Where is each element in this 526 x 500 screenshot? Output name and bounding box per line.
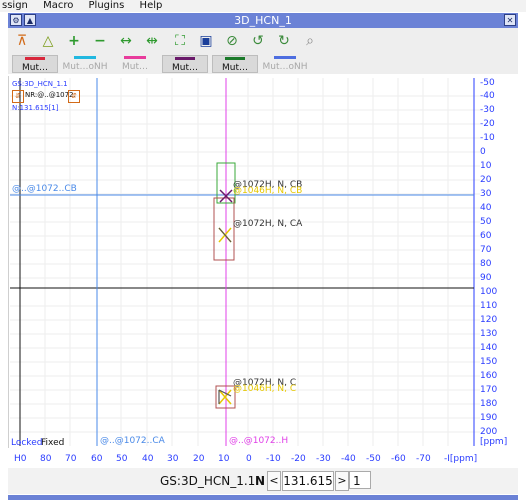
spectrum-name-label: GS:3D_HCN_1.1 xyxy=(12,80,68,88)
next-plane-button[interactable]: > xyxy=(335,471,349,491)
y-tick: 10 xyxy=(480,161,492,171)
x-tick: -10 xyxy=(266,454,281,464)
x-tick: 0 xyxy=(246,454,252,464)
y-tick: 90 xyxy=(480,273,492,283)
y-tick: 70 xyxy=(480,245,492,255)
y-tick: -50 xyxy=(480,78,495,88)
x-tick: 30 xyxy=(167,454,179,464)
spectrum-label: GS:3D_HCN_1.1 xyxy=(160,474,256,488)
y-tick: 50 xyxy=(480,217,492,227)
next-window-titlebar xyxy=(8,495,518,500)
x-tick: 40 xyxy=(142,454,154,464)
dimension-label: N xyxy=(255,474,266,488)
y-unit-label: [ppm] xyxy=(480,437,508,447)
plot-graphics xyxy=(10,78,480,446)
y-tick: 130 xyxy=(480,329,498,339)
prev-plane-button[interactable]: < xyxy=(267,471,281,491)
y-tick: 60 xyxy=(480,231,492,241)
y-tick: 170 xyxy=(480,385,498,395)
lock-icon[interactable]: ⇵ xyxy=(12,90,24,103)
peak-label-ca[interactable]: @1072H, N, CA xyxy=(233,219,302,229)
link-icon[interactable]: ⇵ xyxy=(68,90,80,103)
x-tick: 10 xyxy=(218,454,230,464)
y-tick: -40 xyxy=(480,91,495,101)
y-tick: 0 xyxy=(480,147,486,157)
x-tick: H0 xyxy=(14,454,27,464)
crosshair-label-ca: @..@1072..CA xyxy=(100,436,165,446)
y-tick: -10 xyxy=(480,133,495,143)
locked-label[interactable]: Locked xyxy=(11,438,42,448)
x-tick: -70 xyxy=(416,454,431,464)
plane-value-input[interactable]: 131.615 xyxy=(282,471,334,491)
y-tick: -30 xyxy=(480,105,495,115)
n-value-label: N:131.615[1] xyxy=(12,104,59,112)
peak-ghost-label-c: @1046H, N, C xyxy=(233,384,297,394)
y-tick: 100 xyxy=(480,287,498,297)
x-tick: -20 xyxy=(291,454,306,464)
x-tick: 80 xyxy=(40,454,52,464)
y-tick: 40 xyxy=(480,203,492,213)
y-tick: 80 xyxy=(480,259,492,269)
y-tick: 120 xyxy=(480,315,498,325)
crosshair-label-h: @..@1072..H xyxy=(229,436,289,446)
x-tick: -40 xyxy=(341,454,356,464)
x-tick: 50 xyxy=(116,454,128,464)
peak-ghost-label-cb: @1046H, N, CB xyxy=(233,186,303,196)
x-tick: -30 xyxy=(316,454,331,464)
y-tick: 160 xyxy=(480,371,498,381)
y-tick: 110 xyxy=(480,301,498,311)
y-tick: -20 xyxy=(480,119,495,129)
x-tick: 70 xyxy=(65,454,77,464)
y-tick: 200 xyxy=(480,427,498,437)
x-tick: -50 xyxy=(366,454,381,464)
x-tick: 60 xyxy=(91,454,103,464)
crosshair-label-cb: @..@1072..CB xyxy=(12,184,77,194)
x-tick: 20 xyxy=(193,454,205,464)
y-tick: 150 xyxy=(480,357,498,367)
y-tick: 180 xyxy=(480,399,498,409)
plane-count-input[interactable]: 1 xyxy=(349,471,371,489)
y-tick: 30 xyxy=(480,189,492,199)
y-tick: 190 xyxy=(480,413,498,423)
y-tick: 140 xyxy=(480,343,498,353)
y-tick: 20 xyxy=(480,175,492,185)
fixed-label[interactable]: Fixed xyxy=(41,438,64,448)
x-tick: -I[ppm] xyxy=(444,454,478,464)
x-tick: -60 xyxy=(391,454,406,464)
